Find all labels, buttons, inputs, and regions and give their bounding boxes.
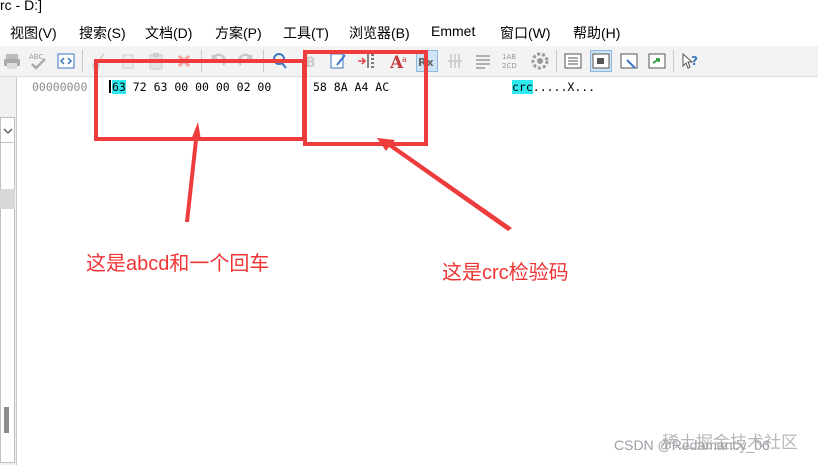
- annotation-label-data: 这是abcd和一个回车: [86, 253, 270, 275]
- annotation-label-crc: 这是crc检验码: [442, 262, 569, 284]
- watermark-juejin: 稀土掘金技术社区: [662, 433, 798, 452]
- annotation-arrows: [185, 122, 512, 231]
